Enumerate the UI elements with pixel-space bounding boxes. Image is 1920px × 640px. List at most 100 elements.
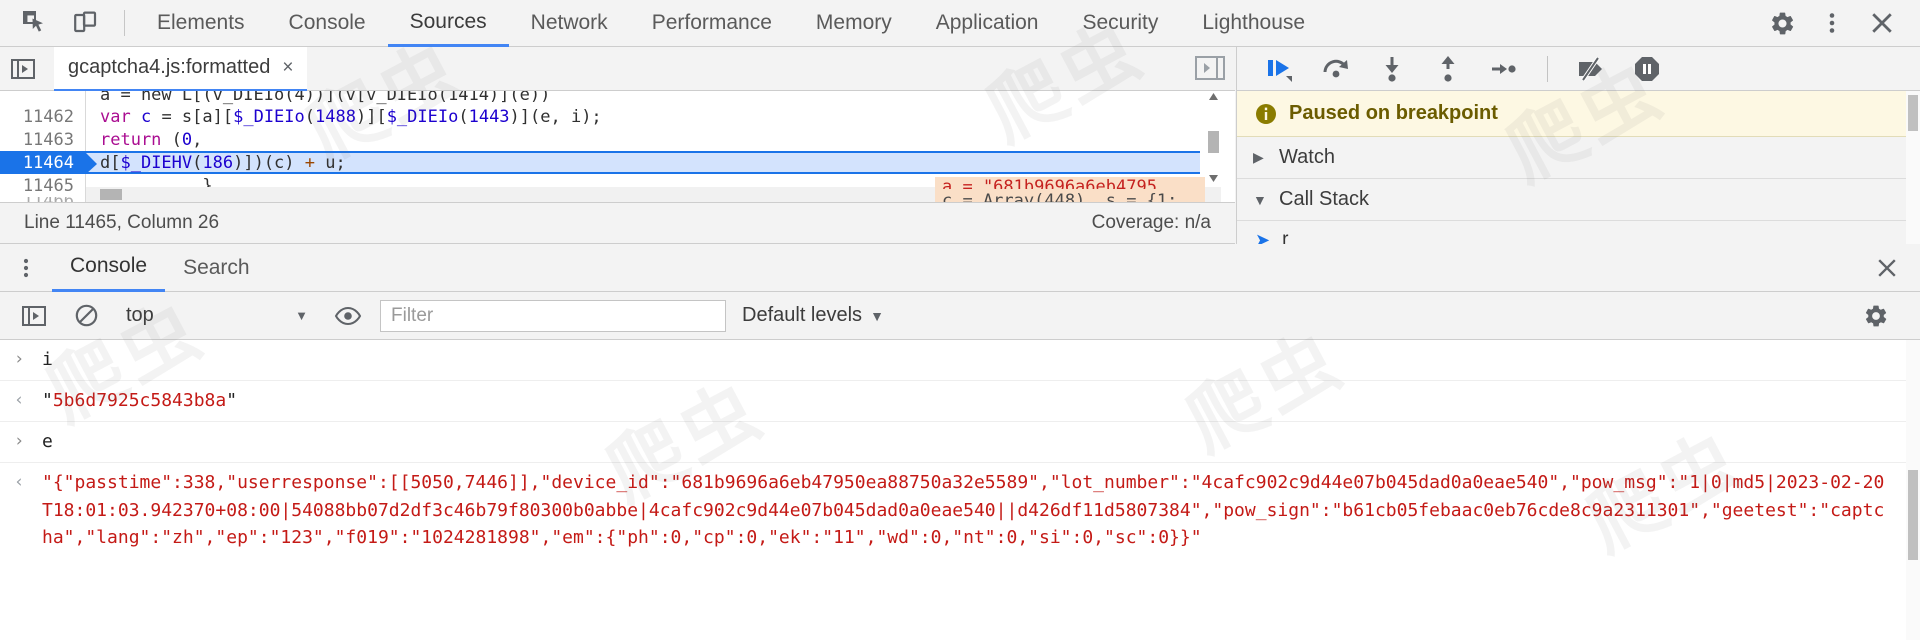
tab-application[interactable]: Application (914, 0, 1061, 47)
tab-label: Application (935, 11, 1039, 34)
tab-lighthouse[interactable]: Lighthouse (1180, 0, 1327, 47)
tab-label: Security (1082, 11, 1159, 34)
info-icon (1255, 103, 1277, 125)
console-input-row[interactable]: › i (0, 340, 1920, 381)
console-output-row[interactable]: ‹ "{"passtime":338,"userresponse":[[5050… (0, 463, 1920, 559)
clear-console-icon[interactable] (60, 292, 112, 340)
tab-memory[interactable]: Memory (794, 0, 914, 47)
drawer-tab-search[interactable]: Search (165, 244, 268, 292)
gear-icon[interactable] (1760, 1, 1804, 45)
editor-status-bar: Line 11465, Column 26 Coverage: n/a (0, 202, 1235, 244)
log-level-selector[interactable]: Default levels ▼ (726, 304, 900, 327)
debugger-controls (1237, 47, 1920, 91)
editor-vertical-scrollbar[interactable] (1206, 91, 1221, 202)
gear-icon[interactable] (1850, 292, 1902, 340)
close-icon[interactable] (1860, 1, 1904, 45)
tab-label: Network (530, 11, 608, 34)
tab-elements[interactable]: Elements (135, 0, 267, 47)
console-input-text: i (42, 349, 53, 370)
console-settings (1850, 292, 1920, 340)
code-text: a = new L[(v_DIEIo(4))](v[v_DIEIo(1414)]… (100, 91, 551, 105)
show-console-sidebar-icon[interactable] (8, 292, 60, 340)
inline-variable-value: c = Array(448), s = {1: … (935, 189, 1205, 202)
code-editor[interactable]: a = new L[(v_DIEIo(4))](v[v_DIEIo(1414)]… (0, 91, 1235, 202)
close-icon[interactable] (1874, 255, 1920, 281)
tab-console[interactable]: Console (267, 0, 388, 47)
drawer-tab-console[interactable]: Console (52, 244, 166, 292)
paused-on-breakpoint-banner: Paused on breakpoint (1237, 91, 1920, 137)
step-icon[interactable] (1479, 47, 1529, 91)
tab-network[interactable]: Network (509, 0, 630, 47)
scrollbar-thumb[interactable] (1908, 470, 1918, 560)
execution-context-selector[interactable]: top ▼ (112, 299, 322, 333)
console-scrollbar[interactable] (1906, 340, 1920, 640)
deactivate-breakpoints-icon[interactable] (1566, 47, 1616, 91)
debugger-scrollbar[interactable] (1906, 91, 1920, 244)
banner-text: Paused on breakpoint (1289, 102, 1498, 124)
file-tab-gcaptcha4[interactable]: gcaptcha4.js:formatted × (54, 46, 308, 91)
tab-label: Memory (815, 11, 892, 34)
topbar-left-icons (0, 2, 135, 44)
line-number[interactable]: 11465 (0, 176, 86, 196)
console-output-row[interactable]: ‹ "5b6d7925c5843b8a" (0, 381, 1920, 422)
chevron-right-icon: ▶ (1253, 149, 1264, 165)
tab-label: Elements (157, 11, 245, 34)
cursor-position: Line 11465, Column 26 (24, 212, 220, 233)
tab-label: Lighthouse (1202, 11, 1306, 34)
section-watch[interactable]: ▶ Watch (1237, 137, 1920, 179)
console-input-row[interactable]: › e (0, 422, 1920, 463)
console-messages[interactable]: › i ‹ "5b6d7925c5843b8a" › e ‹ "{"passti… (0, 340, 1920, 640)
code-line-11462[interactable]: 11462 var c = s[a][$_DIEIo(1488)][$_DIEI… (0, 105, 1200, 128)
scrollbar-thumb[interactable] (1908, 95, 1918, 131)
console-toolbar: top ▼ Filter Default levels ▼ (0, 292, 1920, 340)
console-input-text: e (42, 430, 53, 452)
line-number[interactable]: 11462 (0, 107, 86, 127)
section-call-stack[interactable]: ▼ Call Stack (1237, 179, 1920, 221)
coverage-status[interactable]: Coverage: n/a (1092, 212, 1211, 234)
string-value: 5b6d7925c5843b8a (52, 389, 227, 411)
step-into-icon[interactable] (1367, 47, 1417, 91)
kebab-menu-icon[interactable] (0, 244, 52, 292)
scroll-up-arrow[interactable] (1208, 91, 1219, 102)
scrollbar-thumb[interactable] (100, 189, 122, 200)
device-toolbar-icon[interactable] (64, 2, 106, 44)
step-out-icon[interactable] (1423, 47, 1473, 91)
chevron-down-icon: ▼ (295, 308, 308, 323)
debugger-sidebar: Paused on breakpoint ▶ Watch ▼ Call Stac… (1236, 47, 1920, 250)
console-filter-input[interactable]: Filter (380, 299, 726, 332)
step-over-icon[interactable] (1311, 47, 1361, 91)
tab-security[interactable]: Security (1060, 0, 1180, 47)
toolbar-divider (124, 10, 125, 36)
chevron-down-icon: ▼ (870, 307, 884, 324)
close-icon[interactable]: × (282, 57, 293, 79)
tab-performance[interactable]: Performance (630, 0, 794, 47)
topbar-right-icons (1760, 1, 1920, 45)
output-chevron-icon: ‹ (14, 389, 25, 410)
console-drawer: Console Search top ▼ Filter Default leve… (0, 244, 1920, 640)
show-navigator-icon[interactable] (0, 47, 46, 91)
live-expression-icon[interactable] (322, 292, 374, 340)
scroll-down-arrow[interactable] (1208, 173, 1219, 184)
show-debugger-icon[interactable] (1193, 52, 1227, 84)
devtools-main-tabbar: Elements Console Sources Network Perform… (0, 0, 1920, 47)
pause-on-exceptions-icon[interactable] (1622, 47, 1672, 91)
tab-label: Performance (651, 11, 772, 34)
code-line-11463[interactable]: 11463 return (0, (0, 128, 1200, 151)
context-label: top (126, 304, 154, 326)
inspect-element-icon[interactable] (14, 2, 56, 44)
section-title: Watch (1279, 146, 1335, 168)
resume-script-icon[interactable] (1255, 47, 1305, 91)
tab-sources[interactable]: Sources (387, 0, 509, 47)
levels-label: Default levels (742, 304, 863, 326)
tab-label: Console (288, 11, 366, 34)
line-number[interactable]: 11463 (0, 130, 86, 150)
scrollbar-thumb[interactable] (1208, 131, 1219, 153)
line-number[interactable]: 11464 (0, 152, 97, 174)
kebab-menu-icon[interactable] (1810, 1, 1854, 45)
code-line-11464-breakpoint[interactable]: 11464 d[$_DIEHV(186)])(c) + u; (0, 151, 1200, 174)
code-line-partial-top: a = new L[(v_DIEIo(4))](v[v_DIEIo(1414)]… (0, 91, 1200, 105)
code-text: d[$_DIEHV(186)])(c) + u; (100, 152, 346, 173)
chevron-down-icon: ▼ (1253, 191, 1267, 208)
tab-label: Console (70, 254, 148, 277)
sources-file-tabbar: gcaptcha4.js:formatted × (0, 46, 1235, 91)
